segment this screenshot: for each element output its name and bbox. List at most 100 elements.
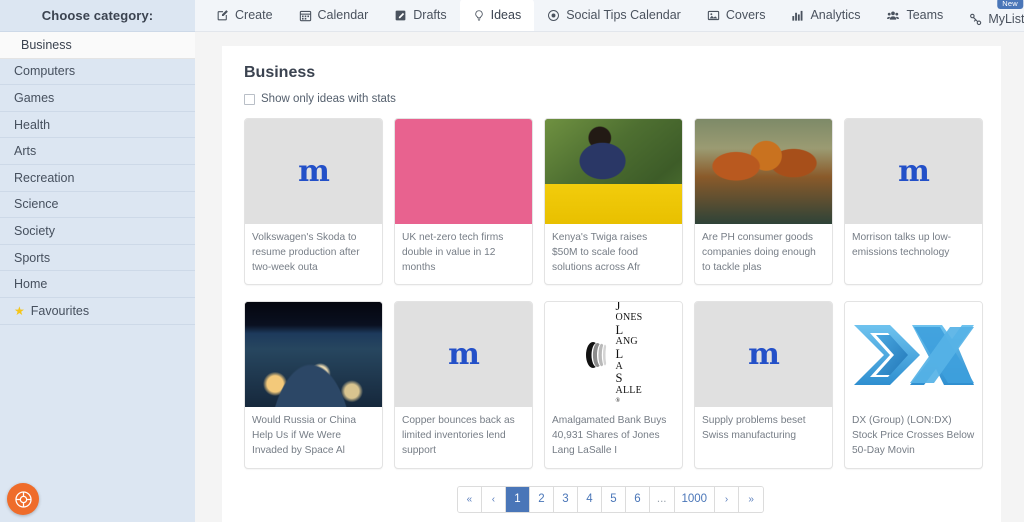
tab-label: Teams [906, 8, 944, 22]
jll-wordmark: J ONES L ANG L A S ALLE ® [615, 302, 643, 404]
idea-card[interactable]: Would Russia or China Help Us if We Were… [244, 301, 383, 469]
sidebar-item-label: Health [14, 117, 51, 132]
stats-filter-row: Show only ideas with stats [244, 93, 977, 105]
jones-lang-lasalle-logo-icon: J ONES L ANG L A S ALLE ® [585, 302, 643, 407]
bar-chart-icon [792, 10, 803, 21]
sidebar-item-label: Society [14, 223, 55, 238]
sidebar-item-science[interactable]: Science [0, 191, 195, 219]
sidebar-title: Choose category: [41, 8, 154, 23]
sidebar-item-label: Computers [14, 64, 76, 79]
sidebar-item-games[interactable]: Games [0, 85, 195, 112]
page-button-2[interactable]: 2 [529, 486, 554, 512]
idea-card[interactable]: m Copper bounces back as limited invento… [394, 301, 533, 469]
tab-covers[interactable]: Covers [694, 0, 779, 31]
idea-card[interactable]: DX (Group) (LON:DX) Stock Price Crosses … [844, 301, 983, 469]
page-button-4[interactable]: 4 [577, 486, 602, 512]
sidebar-item-label: Favourites [30, 303, 90, 318]
tab-label: Ideas [490, 8, 522, 22]
m-logo-icon: m [898, 153, 930, 189]
idea-thumbnail-logo [845, 302, 982, 408]
app-root: Choose category: Business Computers Game… [0, 0, 1024, 522]
tab-calendar[interactable]: Calendar [286, 0, 382, 31]
idea-card-grid: m Volkswagen's Skoda to resume productio… [244, 118, 983, 469]
page-button-6[interactable]: 6 [625, 486, 650, 512]
tab-social-tips-calendar[interactable]: Social Tips Calendar [534, 0, 694, 31]
idea-thumbnail-placeholder: m [245, 119, 382, 224]
star-icon: ★ [14, 303, 25, 318]
page-button-1[interactable]: 1 [505, 486, 530, 512]
help-button[interactable] [7, 483, 39, 515]
sidebar-item-health[interactable]: Health [0, 111, 195, 139]
tab-analytics[interactable]: Analytics [778, 0, 873, 31]
idea-card[interactable]: m Morrison talks up low-emissions techno… [844, 118, 983, 286]
sidebar-item-computers[interactable]: Computers [0, 58, 195, 86]
page-button-3[interactable]: 3 [553, 486, 578, 512]
sidebar-item-sports[interactable]: Sports [0, 244, 195, 272]
idea-caption: UK net-zero tech firms double in value i… [402, 232, 504, 273]
idea-card[interactable]: m Volkswagen's Skoda to resume productio… [244, 118, 383, 286]
pagination-wrap: « ‹ 1 2 3 4 5 6 ... 1000 › » [244, 485, 977, 513]
page-first-button[interactable]: « [457, 486, 482, 512]
page-title: Business [244, 64, 316, 81]
page-ellipsis: ... [649, 486, 675, 512]
idea-caption: Would Russia or China Help Us if We Were… [252, 415, 356, 456]
calendar-icon [299, 10, 311, 21]
idea-card[interactable]: Kenya's Twiga raises $50M to scale food … [544, 118, 683, 286]
idea-caption: Amalgamated Bank Buys 40,931 Shares of J… [552, 415, 667, 456]
idea-thumbnail-photo [545, 119, 682, 224]
m-logo-icon: m [748, 336, 780, 372]
main-region: Create Calendar Drafts Ideas Social Tips… [195, 0, 1024, 522]
target-icon [548, 9, 560, 21]
category-list: Business Computers Games Health Arts Rec… [0, 31, 195, 325]
sidebar-item-home[interactable]: Home [0, 271, 195, 298]
sidebar-item-label: Home [14, 277, 48, 292]
tab-label: MyList.bio [988, 12, 1024, 26]
tab-label: Create [235, 8, 273, 22]
tab-mylist-bio[interactable]: New MyList.bio [956, 0, 1024, 31]
page-prev-button[interactable]: ‹ [481, 486, 506, 512]
m-logo-icon: m [448, 336, 480, 372]
category-sidebar: Choose category: Business Computers Game… [0, 0, 195, 522]
idea-caption: Volkswagen's Skoda to resume production … [252, 232, 360, 273]
idea-thumbnail-placeholder: m [695, 302, 832, 408]
sidebar-item-arts[interactable]: Arts [0, 138, 195, 165]
idea-card[interactable]: UK net-zero tech firms double in value i… [394, 118, 533, 286]
content-panel: Business Show only ideas with stats m Vo… [222, 46, 1001, 522]
new-badge: New [997, 0, 1023, 9]
idea-card[interactable]: m Supply problems beset Swiss manufactur… [694, 301, 833, 469]
tab-drafts[interactable]: Drafts [381, 0, 459, 31]
tab-teams[interactable]: Teams [873, 0, 956, 31]
dx-group-logo-icon [853, 324, 974, 385]
show-only-with-stats-label: Show only ideas with stats [261, 93, 396, 105]
sidebar-item-business[interactable]: Business [0, 32, 195, 59]
page-button-5[interactable]: 5 [601, 486, 626, 512]
idea-thumbnail-photo [695, 119, 832, 224]
image-icon [707, 10, 720, 20]
note-edit-icon [395, 10, 406, 20]
pencil-square-icon [217, 9, 228, 20]
page-next-button[interactable]: › [715, 486, 740, 512]
idea-card[interactable]: Are PH consumer goods companies doing en… [694, 118, 833, 286]
idea-thumbnail-logo: J ONES L ANG L A S ALLE ® [545, 302, 682, 408]
page-button-1000[interactable]: 1000 [674, 486, 716, 512]
sidebar-item-society[interactable]: Society [0, 218, 195, 245]
idea-caption: Supply problems beset Swiss manufacturin… [702, 415, 806, 442]
idea-caption: DX (Group) (LON:DX) Stock Price Crosses … [852, 415, 975, 456]
page-last-button[interactable]: » [739, 486, 764, 512]
tab-label: Drafts [413, 8, 447, 22]
m-logo-icon: m [298, 153, 330, 189]
idea-caption: Are PH consumer goods companies doing en… [702, 232, 816, 273]
sidebar-item-recreation[interactable]: Recreation [0, 164, 195, 192]
tab-label: Covers [725, 8, 766, 22]
idea-card[interactable]: J ONES L ANG L A S ALLE ® Amalgamated Bank Buy… [544, 301, 683, 469]
tab-ideas[interactable]: Ideas [459, 0, 535, 31]
link-icon [970, 13, 982, 25]
lightbulb-icon [474, 9, 483, 21]
sidebar-item-label: Sports [14, 250, 51, 265]
sidebar-item-favourites[interactable]: ★ Favourites [0, 297, 195, 325]
top-navigation: Create Calendar Drafts Ideas Social Tips… [195, 0, 1024, 32]
show-only-with-stats-checkbox[interactable] [244, 93, 255, 105]
jll-rings-icon [585, 341, 609, 368]
tab-label: Analytics [810, 8, 861, 22]
tab-create[interactable]: Create [203, 0, 286, 31]
